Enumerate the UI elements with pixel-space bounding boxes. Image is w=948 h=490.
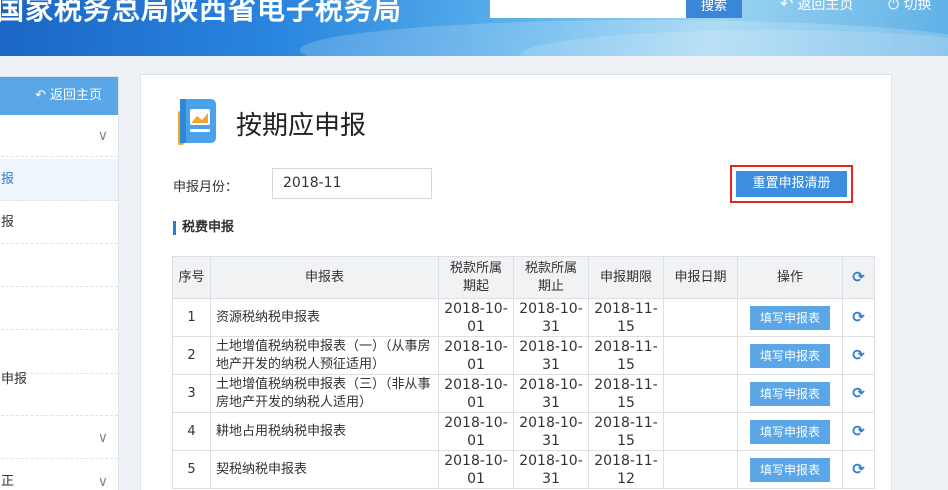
chevron-down-icon: ∨ xyxy=(97,128,108,144)
fill-form-button[interactable]: 填写申报表 xyxy=(750,457,830,482)
section-title: 税费申报 xyxy=(173,221,234,235)
refresh-icon[interactable]: ⟳ xyxy=(842,450,875,489)
deadline: 2018-11- 15 xyxy=(588,412,664,451)
search-button[interactable]: 搜索 xyxy=(686,0,742,18)
refresh-icon[interactable]: ⟳ xyxy=(842,374,875,413)
header-home-link[interactable]: ↶ 返回主页 xyxy=(780,0,853,14)
table-row: 3 土地增值税纳税申报表（三）（非从事房地产开发的纳税人适用） 2018-10- 01… xyxy=(172,374,875,413)
declaration-date xyxy=(663,336,738,375)
search-input[interactable] xyxy=(490,0,686,18)
period-end: 2018-10- 31 xyxy=(513,412,589,451)
period-end: 2018-10- 31 xyxy=(513,336,589,375)
row-number: 4 xyxy=(172,412,211,451)
month-label: 申报月份： xyxy=(173,180,239,195)
declaration-date xyxy=(663,298,738,337)
declaration-table: 序号 申报表 税款所属 期起 税款所属 期止 申报期限 申报日期 操作 ⟳ 1 资源税… xyxy=(172,256,875,489)
fill-form-button[interactable]: 填写申报表 xyxy=(750,305,830,330)
switch-icon: ⏻ xyxy=(888,0,900,13)
column-header: 申报表 xyxy=(210,256,439,299)
refresh-icon[interactable]: ⟳ xyxy=(842,336,875,375)
deadline: 2018-11- 12 xyxy=(588,450,664,489)
highlight-frame: 重置申报清册 xyxy=(730,165,853,203)
period-start: 2018-10- 01 xyxy=(438,336,514,375)
site-header: 国家税务总局陕西省电子税务局 搜索 ↶ 返回主页 ⏻ 切换 xyxy=(0,0,948,56)
sidebar-back-label: 返回主页 xyxy=(49,88,102,103)
period-end: 2018-10- 31 xyxy=(513,374,589,413)
declaration-date xyxy=(663,450,738,489)
form-name: 耕地占用税纳税申报表 xyxy=(210,412,439,451)
table-header-row: 序号 申报表 税款所属 期起 税款所属 期止 申报期限 申报日期 操作 ⟳ xyxy=(172,256,875,299)
column-header: 序号 xyxy=(172,256,211,299)
table-row: 2 土地增值税纳税申报表（一）（从事房地产开发的纳税人预征适用） 2018-10- 0… xyxy=(172,336,875,375)
period-end: 2018-10- 31 xyxy=(513,298,589,337)
column-header: 税款所属 期止 xyxy=(513,256,589,299)
header-switch-link[interactable]: ⏻ 切换 xyxy=(888,0,932,14)
chevron-down-icon: ∨ xyxy=(97,430,108,446)
table-row: 1 资源税纳税申报表 2018-10- 01 2018-10- 31 2018-11- 15 填… xyxy=(172,298,875,337)
deadline: 2018-11- 15 xyxy=(588,374,664,413)
period-end: 2018-10- 31 xyxy=(513,450,589,489)
fill-form-button[interactable]: 填写申报表 xyxy=(750,381,830,406)
deadline: 2018-11- 15 xyxy=(588,298,664,337)
sidebar-back-button[interactable]: ↶ 返回主页 xyxy=(0,77,118,115)
form-name: 土地增值税纳税申报表（三）（非从事房地产开发的纳税人适用） xyxy=(210,374,439,413)
row-number: 3 xyxy=(172,374,211,413)
column-header: 税款所属 期起 xyxy=(438,256,514,299)
table-row: 5 契税纳税申报表 2018-10- 01 2018-10- 31 2018-11- 12 填写… xyxy=(172,450,875,489)
action-cell: 填写申报表 xyxy=(737,336,843,375)
sidebar-item[interactable] xyxy=(0,374,118,416)
row-number: 5 xyxy=(172,450,211,489)
refresh-icon[interactable]: ⟳ xyxy=(842,298,875,337)
declaration-book-icon xyxy=(178,99,216,145)
form-name: 土地增值税纳税申报表（一）（从事房地产开发的纳税人预征适用） xyxy=(210,336,439,375)
sidebar-item[interactable]: ∨ xyxy=(0,115,118,157)
back-arrow-icon: ↶ xyxy=(780,0,794,13)
period-start: 2018-10- 01 xyxy=(438,374,514,413)
deadline: 2018-11- 15 xyxy=(588,336,664,375)
period-start: 2018-10- 01 xyxy=(438,412,514,451)
back-arrow-icon: ↶ xyxy=(35,88,46,103)
header-switch-label: 切换 xyxy=(903,0,932,13)
sidebar-item-label: 报 xyxy=(1,215,15,230)
sidebar-item-label: 报 xyxy=(1,172,15,187)
sidebar-item[interactable]: 正 ∨ xyxy=(0,461,118,490)
sidebar-item[interactable]: ∨ xyxy=(0,417,118,459)
declaration-date xyxy=(663,374,738,413)
column-header: 申报期限 xyxy=(588,256,664,299)
row-number: 1 xyxy=(172,298,211,337)
chevron-down-icon: ∨ xyxy=(97,474,108,490)
declaration-date xyxy=(663,412,738,451)
action-cell: 填写申报表 xyxy=(737,412,843,451)
site-title: 国家税务总局陕西省电子税务局 xyxy=(0,0,403,26)
main-panel: 按期应申报 申报月份： 2018-11 重置申报清册 税费申报 序号 申报表 税… xyxy=(140,74,892,490)
refresh-icon[interactable]: ⟳ xyxy=(842,412,875,451)
sidebar-item[interactable] xyxy=(0,288,118,330)
sidebar-item-active[interactable]: 报 xyxy=(0,159,118,201)
action-cell: 填写申报表 xyxy=(737,450,843,489)
table-row: 4 耕地占用税纳税申报表 2018-10- 01 2018-10- 31 2018-11- 1… xyxy=(172,412,875,451)
sidebar-item[interactable]: 报 xyxy=(0,202,118,244)
period-start: 2018-10- 01 xyxy=(438,450,514,489)
column-header: 申报日期 xyxy=(663,256,738,299)
period-start: 2018-10- 01 xyxy=(438,298,514,337)
fill-form-button[interactable]: 填写申报表 xyxy=(750,343,830,368)
row-number: 2 xyxy=(172,336,211,375)
column-header: 操作 xyxy=(737,256,843,299)
reset-declaration-list-button[interactable]: 重置申报清册 xyxy=(736,171,847,197)
action-cell: 填写申报表 xyxy=(737,298,843,337)
page-title: 按期应申报 xyxy=(236,111,367,141)
fill-form-button[interactable]: 填写申报表 xyxy=(750,419,830,444)
form-name: 契税纳税申报表 xyxy=(210,450,439,489)
sidebar: ↶ 返回主页 ∨ 报 报 申报 ∨ 正 ∨ xyxy=(0,76,119,490)
refresh-all-icon[interactable]: ⟳ xyxy=(842,256,875,299)
action-cell: 填写申报表 xyxy=(737,374,843,413)
header-home-label: 返回主页 xyxy=(797,0,854,13)
sidebar-item[interactable]: 申报 xyxy=(0,331,118,387)
month-input[interactable]: 2018-11 xyxy=(272,168,432,199)
sidebar-item-label: 正 xyxy=(1,474,15,489)
form-name: 资源税纳税申报表 xyxy=(210,298,439,337)
sidebar-item[interactable] xyxy=(0,245,118,287)
